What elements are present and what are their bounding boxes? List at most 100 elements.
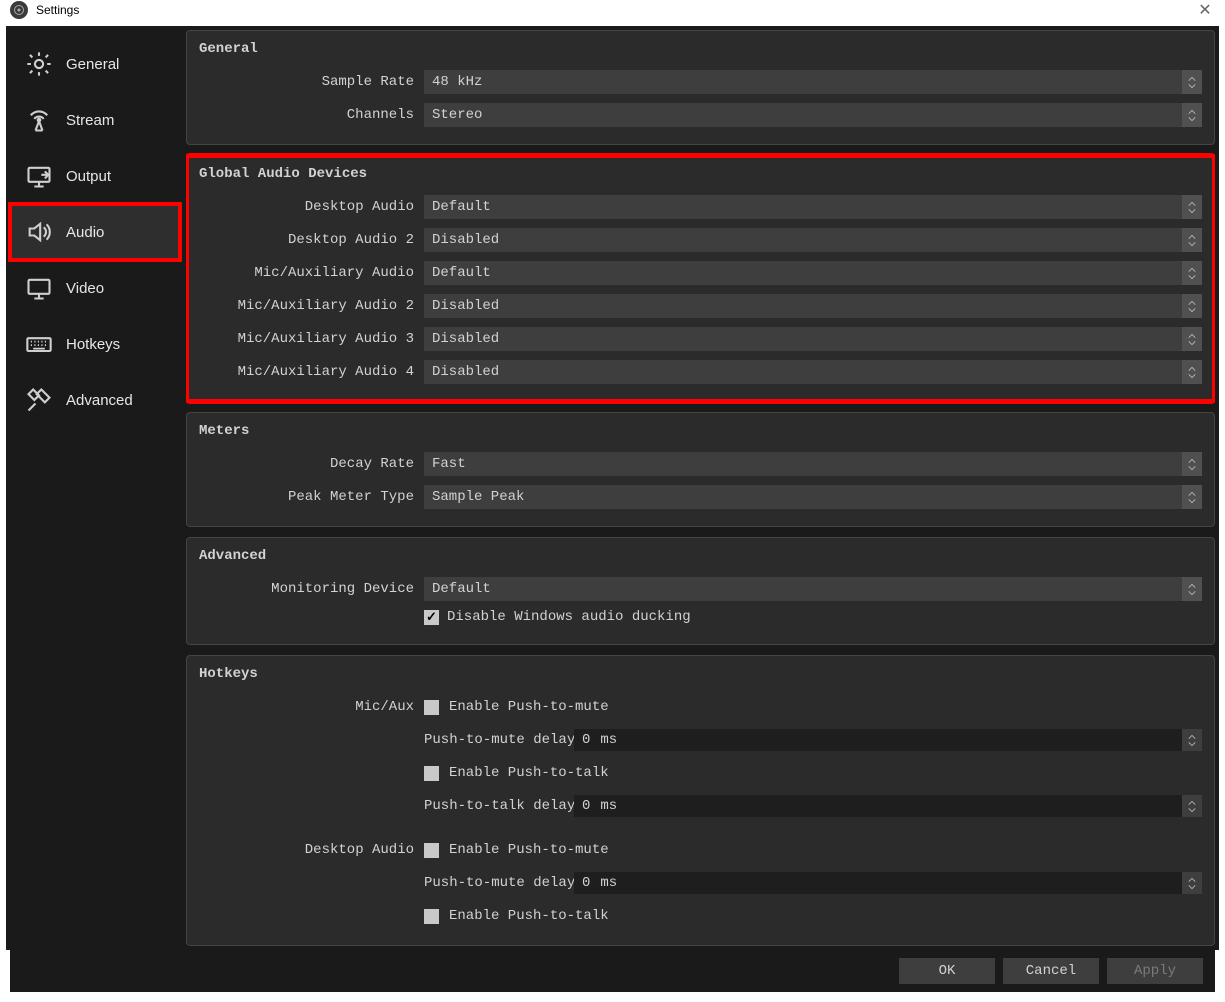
- sidebar-item-label: Output: [66, 168, 111, 185]
- device-label: Mic/Auxiliary Audio 2: [199, 298, 414, 314]
- tools-icon: [24, 386, 54, 414]
- chevron-updown-icon: [1182, 228, 1202, 252]
- sample-rate-label: Sample Rate: [199, 74, 414, 90]
- sidebar-item-label: Video: [66, 280, 104, 297]
- push-to-mute-delay-label: Push-to-mute delay: [424, 875, 564, 891]
- sidebar-item-label: Audio: [66, 224, 104, 241]
- mic-aux-audio-select[interactable]: Default: [424, 261, 1202, 285]
- chevron-updown-icon: [1182, 327, 1202, 351]
- group-advanced: Advanced Monitoring Device Default Disab…: [186, 537, 1215, 645]
- channels-select[interactable]: Stereo: [424, 103, 1202, 127]
- keyboard-icon: [24, 330, 54, 358]
- select-value: Disabled: [432, 364, 499, 380]
- desktop-push-to-mute-delay-input[interactable]: 0 ms: [574, 872, 1202, 894]
- push-to-talk-label: Enable Push-to-talk: [449, 908, 609, 924]
- select-value: Sample Peak: [432, 489, 524, 505]
- select-value: Default: [432, 581, 491, 597]
- sample-rate-select[interactable]: 48 kHz: [424, 70, 1202, 94]
- desktop-audio-label: Desktop Audio: [199, 842, 414, 858]
- num-value: 0: [582, 732, 590, 748]
- close-icon[interactable]: ✕: [1195, 0, 1215, 20]
- disable-ducking-checkbox[interactable]: [424, 610, 439, 625]
- chevron-updown-icon: [1182, 485, 1202, 509]
- group-title: Meters: [199, 423, 1202, 439]
- unit-label: ms: [600, 732, 617, 748]
- disable-ducking-label: Disable Windows audio ducking: [447, 609, 691, 625]
- select-value: Disabled: [432, 232, 499, 248]
- sidebar-item-label: General: [66, 56, 119, 73]
- push-to-talk-label: Enable Push-to-talk: [449, 765, 609, 781]
- sidebar-item-audio[interactable]: Audio: [10, 204, 180, 260]
- group-hotkeys: Hotkeys Mic/Aux Enable Push-to-mute Push…: [186, 655, 1215, 946]
- sidebar-item-stream[interactable]: Stream: [10, 92, 180, 148]
- micaux-label: Mic/Aux: [199, 699, 414, 715]
- mic-aux-audio-2-select[interactable]: Disabled: [424, 294, 1202, 318]
- peak-meter-label: Peak Meter Type: [199, 489, 414, 505]
- channels-label: Channels: [199, 107, 414, 123]
- push-to-mute-delay-label: Push-to-mute delay: [424, 732, 564, 748]
- chevron-updown-icon: [1182, 577, 1202, 601]
- chevron-updown-icon: [1182, 452, 1202, 476]
- sidebar-item-advanced[interactable]: Advanced: [10, 372, 180, 428]
- select-value: Disabled: [432, 331, 499, 347]
- micaux-push-to-mute-delay-input[interactable]: 0 ms: [574, 729, 1202, 751]
- monitor-icon: [24, 274, 54, 302]
- desktop-audio-2-select[interactable]: Disabled: [424, 228, 1202, 252]
- micaux-push-to-mute-checkbox[interactable]: [424, 700, 439, 715]
- select-value: Fast: [432, 456, 466, 472]
- num-value: 0: [582, 875, 590, 891]
- output-icon: [24, 162, 54, 190]
- select-value: Stereo: [432, 107, 482, 123]
- desktop-push-to-talk-checkbox[interactable]: [424, 909, 439, 924]
- desktop-push-to-mute-checkbox[interactable]: [424, 843, 439, 858]
- select-value: Default: [432, 265, 491, 281]
- sidebar-item-label: Hotkeys: [66, 336, 120, 353]
- device-label: Desktop Audio: [199, 199, 414, 215]
- window-title: Settings: [36, 3, 79, 17]
- micaux-push-to-talk-delay-input[interactable]: 0 ms: [574, 795, 1202, 817]
- cancel-button[interactable]: Cancel: [1003, 958, 1099, 984]
- desktop-audio-select[interactable]: Default: [424, 195, 1202, 219]
- dialog-footer: OK Cancel Apply: [10, 950, 1215, 992]
- sidebar-item-general[interactable]: General: [10, 36, 180, 92]
- ok-button[interactable]: OK: [899, 958, 995, 984]
- mic-aux-audio-4-select[interactable]: Disabled: [424, 360, 1202, 384]
- micaux-push-to-talk-checkbox[interactable]: [424, 766, 439, 781]
- decay-rate-select[interactable]: Fast: [424, 452, 1202, 476]
- chevron-updown-icon: [1182, 103, 1202, 127]
- chevron-updown-icon: [1182, 360, 1202, 384]
- group-title: Global Audio Devices: [199, 166, 1202, 182]
- unit-label: ms: [600, 875, 617, 891]
- group-title: General: [199, 41, 1202, 57]
- num-value: 0: [582, 798, 590, 814]
- chevron-updown-icon: [1182, 294, 1202, 318]
- group-title: Hotkeys: [199, 666, 1202, 682]
- sidebar-item-output[interactable]: Output: [10, 148, 180, 204]
- gear-icon: [24, 50, 54, 78]
- select-value: Default: [432, 199, 491, 215]
- sidebar-item-video[interactable]: Video: [10, 260, 180, 316]
- sidebar-item-label: Stream: [66, 112, 114, 129]
- chevron-updown-icon: [1182, 195, 1202, 219]
- decay-rate-label: Decay Rate: [199, 456, 414, 472]
- chevron-updown-icon: [1182, 261, 1202, 285]
- monitoring-device-label: Monitoring Device: [199, 581, 414, 597]
- device-label: Mic/Auxiliary Audio 4: [199, 364, 414, 380]
- group-title: Advanced: [199, 548, 1202, 564]
- apply-button[interactable]: Apply: [1107, 958, 1203, 984]
- sidebar-item-label: Advanced: [66, 392, 133, 409]
- antenna-icon: [24, 106, 54, 134]
- mic-aux-audio-3-select[interactable]: Disabled: [424, 327, 1202, 351]
- sidebar-item-hotkeys[interactable]: Hotkeys: [10, 316, 180, 372]
- peak-meter-select[interactable]: Sample Peak: [424, 485, 1202, 509]
- speaker-icon: [24, 218, 54, 246]
- settings-main: General Sample Rate 48 kHz Channels: [186, 30, 1215, 946]
- push-to-mute-label: Enable Push-to-mute: [449, 842, 609, 858]
- group-global-audio-devices: Global Audio Devices Desktop Audio Defau…: [186, 155, 1215, 402]
- app-logo-icon: [10, 1, 28, 19]
- chevron-updown-icon: [1182, 795, 1202, 817]
- titlebar: Settings ✕: [0, 0, 1225, 20]
- device-label: Mic/Auxiliary Audio 3: [199, 331, 414, 347]
- monitoring-device-select[interactable]: Default: [424, 577, 1202, 601]
- chevron-updown-icon: [1182, 729, 1202, 751]
